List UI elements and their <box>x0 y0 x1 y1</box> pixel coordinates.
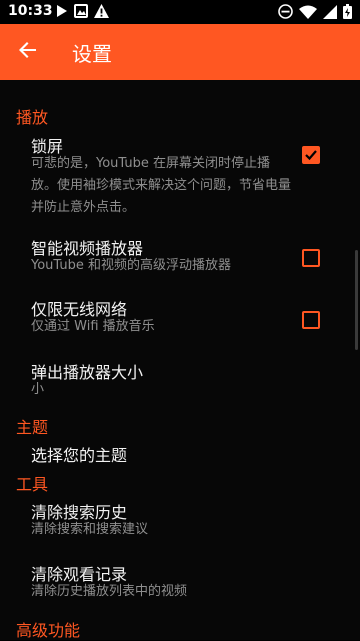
section-theme-title: 主题 <box>16 418 49 437</box>
setting-clear-search-desc: 清除搜索和搜索建议 <box>31 522 149 537</box>
setting-wifi-only-desc: 仅通过 Wifi 播放音乐 <box>31 319 155 334</box>
battery-icon <box>343 4 352 23</box>
setting-lockscreen-desc: 可悲的是，YouTube 在屏幕关闭时停止播放。使用袖珍模式来解决这个问题，节省… <box>31 156 292 215</box>
setting-clear-history-desc: 清除历史播放列表中的视频 <box>31 584 188 599</box>
section-playback-title: 播放 <box>16 108 49 127</box>
setting-smart-player-desc: YouTube 和视频的高级浮动播放器 <box>31 258 231 273</box>
wifi-icon <box>299 5 317 23</box>
scrollbar[interactable] <box>355 250 358 350</box>
setting-choose-theme-title: 选择您的主题 <box>31 446 128 465</box>
play-icon <box>56 4 68 22</box>
photo-icon <box>74 4 88 22</box>
section-advanced-title: 高级功能 <box>16 621 81 640</box>
lockscreen-checkbox[interactable] <box>302 146 320 164</box>
wifi-only-checkbox[interactable] <box>302 311 320 329</box>
back-button[interactable] <box>0 24 56 80</box>
settings-list[interactable]: 播放 锁屏 可悲的是，YouTube 在屏幕关闭时停止播放。使用袖珍模式来解决这… <box>0 80 360 640</box>
setting-popup-size-value: 小 <box>31 382 45 397</box>
smart-player-checkbox[interactable] <box>302 249 320 267</box>
app-bar: 设置 <box>0 24 360 80</box>
dnd-icon <box>278 4 293 23</box>
warning-icon <box>94 4 109 22</box>
section-tools-title: 工具 <box>16 475 49 494</box>
page-title: 设置 <box>72 41 112 66</box>
check-icon <box>305 150 317 161</box>
signal-icon <box>323 4 337 23</box>
status-bar: 10:33 <box>0 0 360 24</box>
status-time: 10:33 <box>8 3 53 19</box>
arrow-back-icon <box>19 41 37 63</box>
